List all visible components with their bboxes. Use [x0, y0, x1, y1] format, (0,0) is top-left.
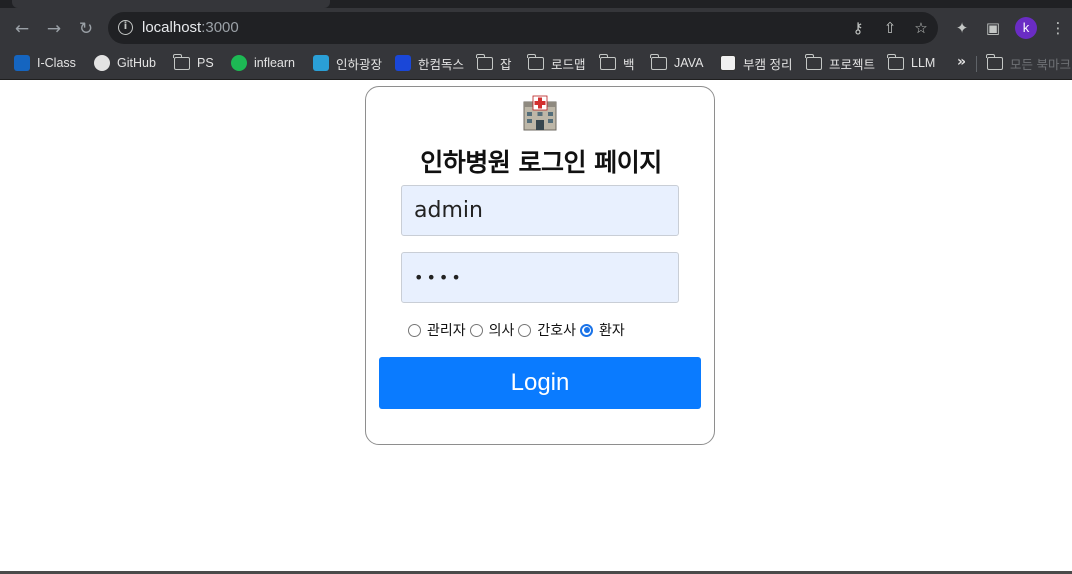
bookmark-label: 모든 북마크 [1010, 57, 1071, 72]
role-radio-group: 관리자 의사 간호사 환자 [408, 320, 629, 340]
share-icon[interactable]: ⇧ [881, 19, 899, 37]
role-label: 관리자 [427, 323, 466, 339]
bookmark-label: 한컴독스 [418, 57, 465, 72]
role-label: 환자 [599, 323, 625, 339]
hancom-icon [395, 55, 411, 71]
radio-doctor[interactable] [469, 323, 483, 337]
bookmark-iclass[interactable]: I-Class [14, 48, 76, 78]
bookmark-label: I-Class [37, 56, 76, 70]
bookmark-label: 인하광장 [336, 57, 383, 72]
star-icon[interactable]: ☆ [912, 19, 930, 37]
bookmark-roadmap[interactable]: 로드맵 [527, 48, 586, 78]
bookmarks-overflow-button[interactable]: » [957, 54, 966, 70]
profile-avatar[interactable]: k [1015, 17, 1037, 39]
bookmark-all[interactable]: 모든 북마크 [986, 48, 1071, 78]
bookmark-llm[interactable]: LLM [887, 48, 936, 78]
bookmark-label: inflearn [254, 56, 295, 70]
iclass-icon [14, 55, 30, 71]
bookmark-label: 백 [623, 57, 635, 72]
bookmark-label: JAVA [674, 56, 704, 70]
bookmark-label: 프로젝트 [829, 57, 876, 72]
key-icon[interactable]: ⚷ [849, 19, 867, 37]
role-option-doctor[interactable]: 의사 [469, 320, 515, 340]
folder-icon [173, 53, 190, 70]
radio-admin[interactable] [408, 323, 421, 337]
menu-icon[interactable]: ⋮ [1048, 18, 1068, 38]
bookmark-bootcamp[interactable]: 부캠 정리 [720, 48, 792, 78]
bookmark-label: PS [197, 56, 214, 70]
radio-nurse[interactable] [518, 323, 532, 337]
bookmark-project[interactable]: 프로젝트 [805, 48, 876, 78]
folder-icon [887, 53, 904, 70]
address-bar[interactable]: i localhost:3000 ⚷ ⇧ ☆ [108, 12, 938, 44]
extensions-icon[interactable]: ✦ [952, 18, 972, 38]
folder-icon [599, 53, 616, 70]
bookmark-label: 로드맵 [551, 57, 586, 72]
role-label: 간호사 [537, 323, 577, 339]
folder-icon [986, 53, 1003, 70]
notion-icon [720, 55, 736, 71]
role-option-nurse[interactable]: 간호사 [518, 320, 576, 340]
side-panel-icon[interactable]: ▣ [983, 18, 1003, 38]
back-icon[interactable]: ← [10, 17, 34, 41]
username-input[interactable] [401, 185, 679, 236]
bookmark-label: 잡 [500, 57, 512, 72]
folder-icon [650, 53, 667, 70]
bookmark-java[interactable]: JAVA [650, 48, 704, 78]
bookmark-label: 부캠 정리 [743, 57, 793, 72]
bookmarks-bar: I-Class GitHub PS inflearn 인하광장 한컴독스 잡 로… [0, 48, 1072, 80]
role-option-admin[interactable]: 관리자 [408, 320, 466, 340]
bookmark-label: GitHub [117, 56, 156, 70]
tab-strip [0, 0, 1072, 8]
password-input[interactable]: •••• [401, 252, 679, 303]
bookmark-inha[interactable]: 인하광장 [313, 48, 382, 78]
role-option-patient[interactable]: 환자 [580, 320, 625, 340]
bookmark-label: LLM [911, 56, 936, 70]
login-card: 인하병원 로그인 페이지 •••• 관리자 의사 간호사 환자 Login [365, 86, 715, 445]
bookmark-github[interactable]: GitHub [94, 48, 156, 78]
url-host: localhost [142, 19, 202, 36]
login-button[interactable]: Login [379, 357, 701, 409]
url-port: :3000 [201, 19, 239, 36]
bookmark-ps[interactable]: PS [173, 48, 214, 78]
bookmark-inflearn[interactable]: inflearn [231, 48, 295, 78]
forward-icon[interactable]: → [42, 17, 66, 41]
active-tab[interactable] [12, 0, 330, 8]
browser-toolbar: ← → ↻ i localhost:3000 ⚷ ⇧ ☆ ✦ ▣ k ⋮ [0, 8, 1072, 48]
page-title: 인하병원 로그인 페이지 [420, 148, 662, 177]
radio-patient[interactable] [580, 323, 594, 337]
bookmarks-divider [976, 56, 977, 72]
role-label: 의사 [488, 323, 515, 339]
inha-icon [313, 55, 329, 71]
inflearn-icon [231, 55, 247, 71]
bookmark-back[interactable]: 백 [599, 48, 635, 78]
bookmark-hancom[interactable]: 한컴독스 [395, 48, 464, 78]
bookmark-job[interactable]: 잡 [476, 48, 512, 78]
url-text[interactable]: localhost:3000 [142, 19, 239, 36]
folder-icon [476, 53, 493, 70]
hospital-icon [523, 95, 557, 131]
folder-icon [805, 53, 822, 70]
folder-icon [527, 53, 544, 70]
site-info-icon[interactable]: i [118, 20, 133, 35]
github-icon [94, 55, 110, 71]
reload-icon[interactable]: ↻ [74, 17, 98, 41]
